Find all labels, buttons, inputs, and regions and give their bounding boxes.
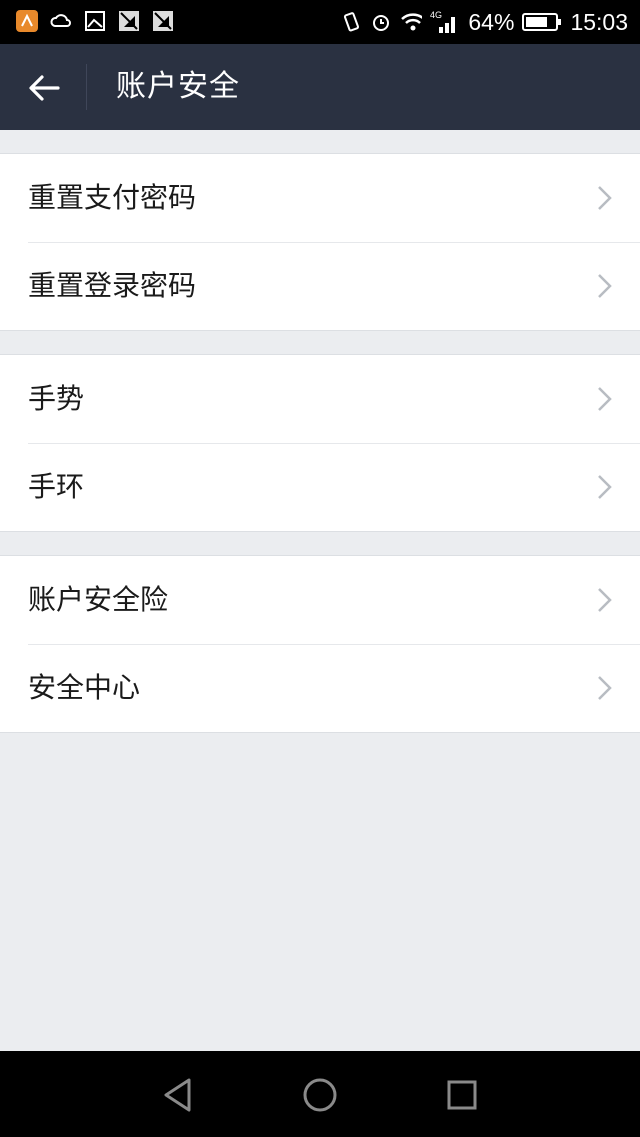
settings-group-security: 账户安全险 安全中心 bbox=[0, 555, 640, 733]
list-item-account-insurance[interactable]: 账户安全险 bbox=[0, 556, 640, 644]
list-item-label: 手环 bbox=[28, 470, 85, 503]
back-arrow-icon bbox=[29, 75, 60, 101]
notification-icons bbox=[16, 10, 174, 32]
cellular-signal-icon: 4G bbox=[430, 10, 460, 33]
battery-icon bbox=[522, 11, 562, 33]
list-item-label: 重置登录密码 bbox=[28, 269, 197, 302]
chevron-right-icon bbox=[598, 274, 612, 298]
back-triangle-icon bbox=[164, 1078, 191, 1112]
battery-percent: 64% bbox=[468, 8, 515, 35]
status-bar: 4G 64% 15:03 bbox=[0, 0, 640, 44]
list-item-label: 重置支付密码 bbox=[28, 181, 197, 214]
system-nav-bar bbox=[0, 1051, 640, 1137]
list-item-band[interactable]: 手环 bbox=[0, 443, 640, 531]
no-signal-icon bbox=[152, 10, 174, 32]
nav-recents-button[interactable] bbox=[440, 1073, 484, 1117]
status-right: 4G 64% 15:03 bbox=[340, 0, 628, 44]
chevron-right-icon bbox=[598, 475, 612, 499]
wifi-icon bbox=[400, 11, 423, 33]
page-title: 账户安全 bbox=[116, 69, 240, 104]
back-button[interactable] bbox=[22, 66, 66, 110]
title-bar: 账户安全 bbox=[0, 44, 640, 130]
alarm-icon bbox=[370, 11, 392, 33]
title-divider bbox=[86, 64, 87, 110]
nav-home-button[interactable] bbox=[298, 1073, 342, 1117]
chevron-right-icon bbox=[598, 186, 612, 210]
image-icon bbox=[84, 10, 106, 32]
list-item-security-center[interactable]: 安全中心 bbox=[0, 644, 640, 732]
network-type: 4G bbox=[430, 10, 442, 20]
no-signal-icon bbox=[118, 10, 140, 32]
list-item-gesture[interactable]: 手势 bbox=[0, 355, 640, 443]
nav-back-button[interactable] bbox=[156, 1073, 200, 1117]
list-item-label: 手势 bbox=[28, 382, 85, 415]
chevron-right-icon bbox=[598, 387, 612, 411]
settings-group-gesture: 手势 手环 bbox=[0, 354, 640, 532]
list-item-label: 安全中心 bbox=[28, 671, 141, 704]
clock: 15:03 bbox=[570, 8, 628, 35]
recents-square-icon bbox=[447, 1080, 477, 1110]
chevron-right-icon bbox=[598, 588, 612, 612]
vibrate-icon bbox=[340, 11, 362, 33]
home-circle-icon bbox=[303, 1078, 337, 1112]
chevron-right-icon bbox=[598, 676, 612, 700]
cloud-icon bbox=[50, 10, 72, 32]
list-item-reset-pay-password[interactable]: 重置支付密码 bbox=[0, 154, 640, 242]
settings-group-password: 重置支付密码 重置登录密码 bbox=[0, 153, 640, 331]
list-item-label: 账户安全险 bbox=[28, 583, 169, 616]
list-item-reset-login-password[interactable]: 重置登录密码 bbox=[0, 242, 640, 330]
app-icon bbox=[16, 10, 38, 32]
